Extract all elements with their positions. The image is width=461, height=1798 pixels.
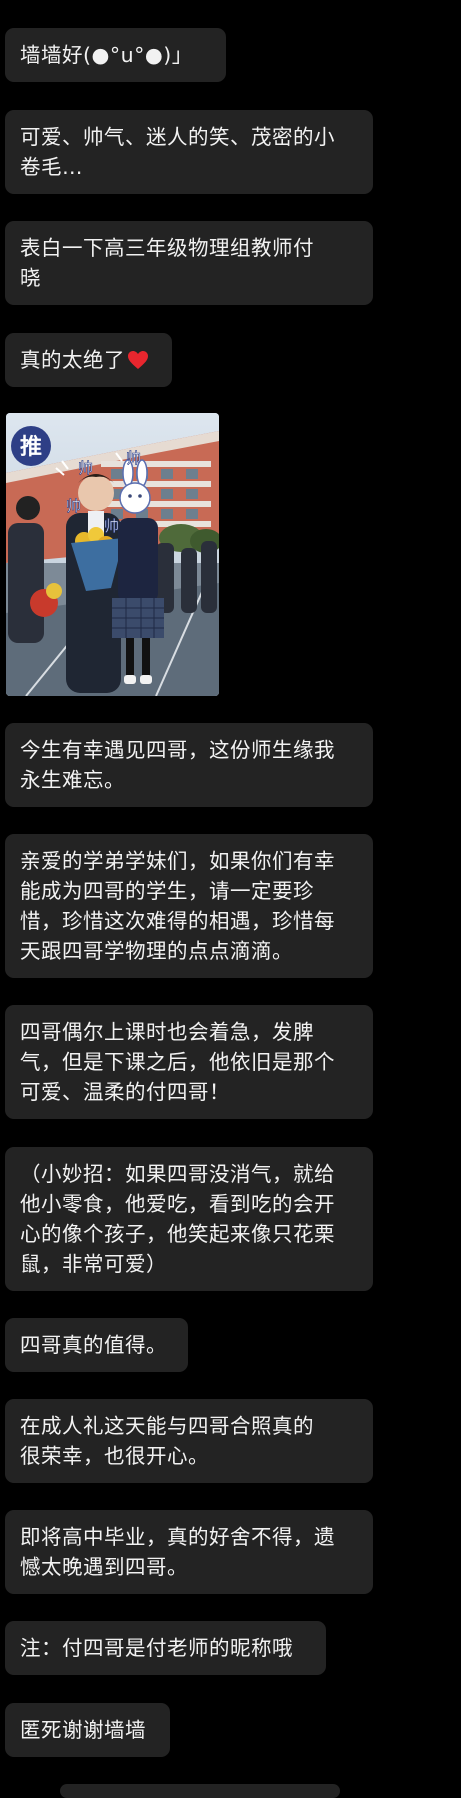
message-bubble[interactable]: 真的太绝了 <box>5 333 172 387</box>
message-text: 亲爱的学弟学妹们，如果你们有幸 能成为四哥的学生，请一定要珍 惜，珍惜这次难得的… <box>20 849 335 963</box>
message-text: 即将高中毕业，真的好舍不得，遗 憾太晚遇到四哥。 <box>20 1525 335 1579</box>
message-bubble[interactable]: 在成人礼这天能与四哥合照真的 很荣幸，也很开心。 <box>5 1399 373 1483</box>
photo-doodle: 帅 <box>104 517 119 535</box>
message-bubble[interactable]: 可爱、帅气、迷人的笑、茂密的小 卷毛… <box>5 110 373 194</box>
chat-thread: 墙墙好(●°u°●)」 可爱、帅气、迷人的笑、茂密的小 卷毛… 表白一下高三年级… <box>0 0 461 1798</box>
message-text: 真的太绝了 <box>20 348 125 372</box>
photo-doodle: 帅 <box>126 449 141 467</box>
photo-badge: 推 <box>20 435 42 460</box>
photo-image: 推 帅 帅 帅 帅 <box>6 413 219 696</box>
heart-icon <box>128 351 148 369</box>
message-bubble[interactable]: 即将高中毕业，真的好舍不得，遗 憾太晚遇到四哥。 <box>5 1510 373 1594</box>
message-bubble[interactable]: （小妙招：如果四哥没消气，就给 他小零食，他爱吃，看到吃的会开 心的像个孩子，他… <box>5 1147 373 1291</box>
message-text: 表白一下高三年级物理组教师付 晓 <box>20 236 314 290</box>
message-bubble[interactable]: 四哥偶尔上课时也会着急，发脾 气，但是下课之后，他依旧是那个 可爱、温柔的付四哥… <box>5 1005 373 1119</box>
message-bubble[interactable]: 墙墙好(●°u°●)」 <box>5 28 226 82</box>
message-text: 墙墙好(●°u°●)」 <box>20 43 193 67</box>
message-text: 匿死谢谢墙墙 <box>20 1718 146 1742</box>
photo-doodle: 帅 <box>78 459 93 477</box>
message-text: 注：付四哥是付老师的昵称哦 <box>20 1636 293 1660</box>
message-text: 四哥偶尔上课时也会着急，发脾 气，但是下课之后，他依旧是那个 可爱、温柔的付四哥… <box>20 1020 335 1104</box>
message-bubble[interactable]: 表白一下高三年级物理组教师付 晓 <box>5 221 373 305</box>
message-bubble-partial <box>60 1784 340 1798</box>
message-bubble[interactable]: 亲爱的学弟学妹们，如果你们有幸 能成为四哥的学生，请一定要珍 惜，珍惜这次难得的… <box>5 834 373 978</box>
message-bubble[interactable]: 匿死谢谢墙墙 <box>5 1703 170 1757</box>
message-text: （小妙招：如果四哥没消气，就给 他小零食，他爱吃，看到吃的会开 心的像个孩子，他… <box>20 1162 335 1276</box>
message-text: 今生有幸遇见四哥，这份师生缘我 永生难忘。 <box>20 738 335 792</box>
message-text: 在成人礼这天能与四哥合照真的 很荣幸，也很开心。 <box>20 1414 314 1468</box>
shared-photo[interactable]: 推 帅 帅 帅 帅 <box>6 413 219 696</box>
message-bubble[interactable]: 注：付四哥是付老师的昵称哦 <box>5 1621 326 1675</box>
message-text: 四哥真的值得。 <box>20 1333 167 1357</box>
message-text: 可爱、帅气、迷人的笑、茂密的小 卷毛… <box>20 125 335 179</box>
message-bubble[interactable]: 四哥真的值得。 <box>5 1318 188 1372</box>
photo-doodle: 帅 <box>66 497 81 515</box>
message-bubble[interactable]: 今生有幸遇见四哥，这份师生缘我 永生难忘。 <box>5 723 373 807</box>
